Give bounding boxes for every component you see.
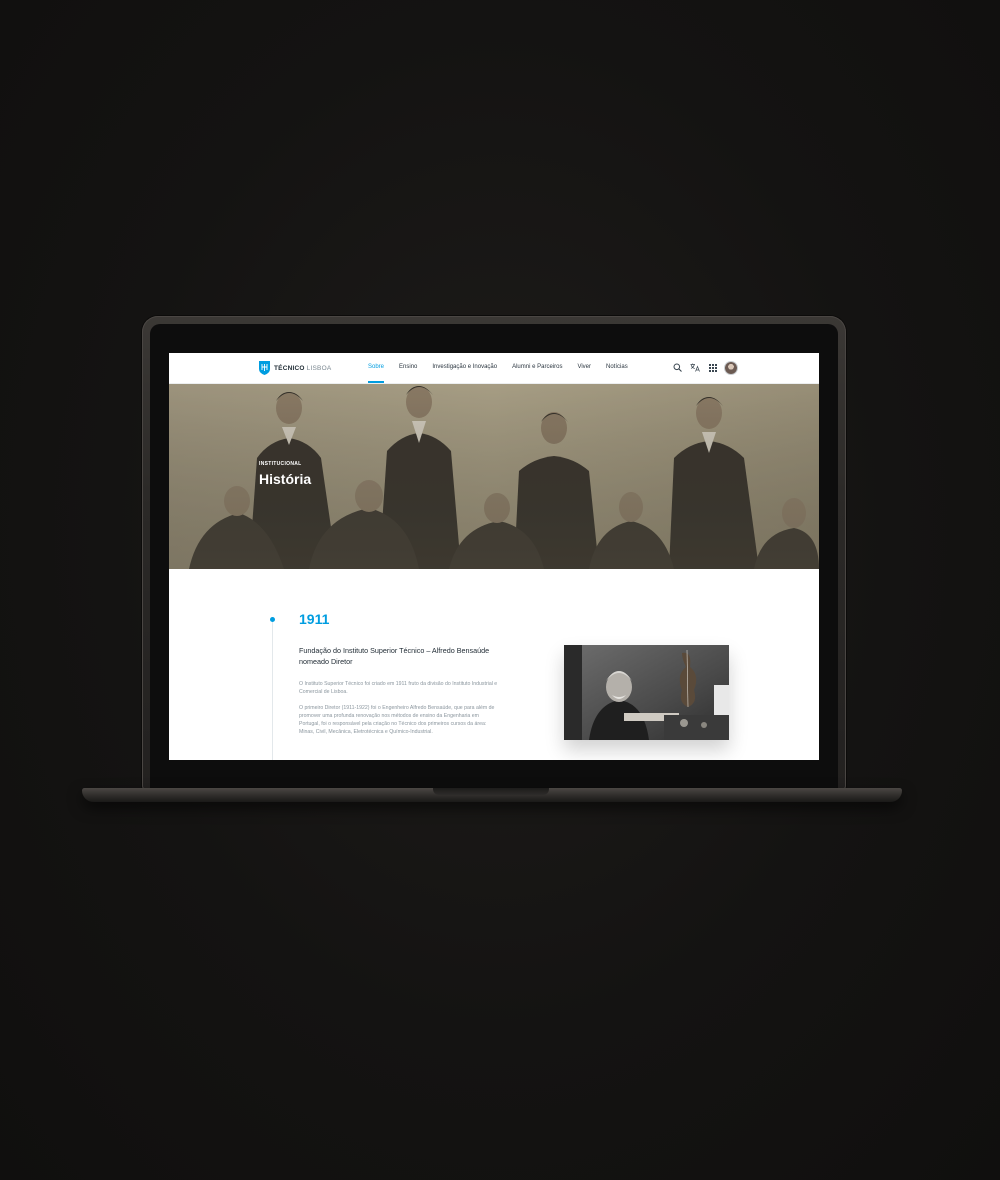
menu-item-noticias[interactable]: Notícias bbox=[606, 353, 628, 383]
laptop-base bbox=[82, 788, 902, 802]
menu-item-sobre[interactable]: Sobre bbox=[368, 353, 385, 383]
timeline-paragraph: O Instituto Superior Técnico foi criado … bbox=[299, 681, 498, 695]
search-icon[interactable] bbox=[671, 361, 683, 374]
menu-item-ensino[interactable]: Ensino bbox=[399, 353, 417, 383]
menu-item-investigacao[interactable]: Investigação e Inovação bbox=[432, 353, 497, 383]
top-navigation: TÉCNICO LISBOA Sobre Ensino Investigação… bbox=[169, 353, 819, 384]
main-menu: Sobre Ensino Investigação e Inovação Alu… bbox=[368, 353, 643, 383]
timeline-dot bbox=[270, 617, 275, 622]
menu-item-alumni[interactable]: Alumni e Parceiros bbox=[512, 353, 562, 383]
timeline-line bbox=[272, 619, 273, 760]
menu-item-viver[interactable]: Viver bbox=[577, 353, 591, 383]
user-avatar[interactable] bbox=[725, 361, 737, 374]
timeline-paragraph: O primeiro Diretor (1911-1922) foi o Eng… bbox=[299, 705, 495, 735]
translate-icon[interactable] bbox=[689, 361, 701, 374]
shield-logo-icon bbox=[259, 361, 270, 375]
apps-grid-icon[interactable] bbox=[707, 361, 719, 374]
laptop-notch bbox=[433, 788, 549, 795]
historic-portrait-photo bbox=[564, 645, 729, 740]
page-title: História bbox=[259, 471, 312, 487]
bensaude-photo[interactable] bbox=[564, 645, 729, 740]
timeline-year: 1911 bbox=[299, 611, 330, 627]
hero-banner: INSTITUCIONAL História bbox=[169, 383, 819, 569]
browser-screen: TÉCNICO LISBOA Sobre Ensino Investigação… bbox=[169, 353, 819, 760]
timeline-headline: Fundação do Instituto Superior Técnico –… bbox=[299, 646, 490, 666]
logo-wordmark: TÉCNICO LISBOA bbox=[274, 364, 332, 372]
nav-tools bbox=[671, 361, 737, 374]
tecnico-logo[interactable]: TÉCNICO LISBOA bbox=[259, 361, 331, 375]
hero-category-label: INSTITUCIONAL bbox=[259, 461, 302, 467]
